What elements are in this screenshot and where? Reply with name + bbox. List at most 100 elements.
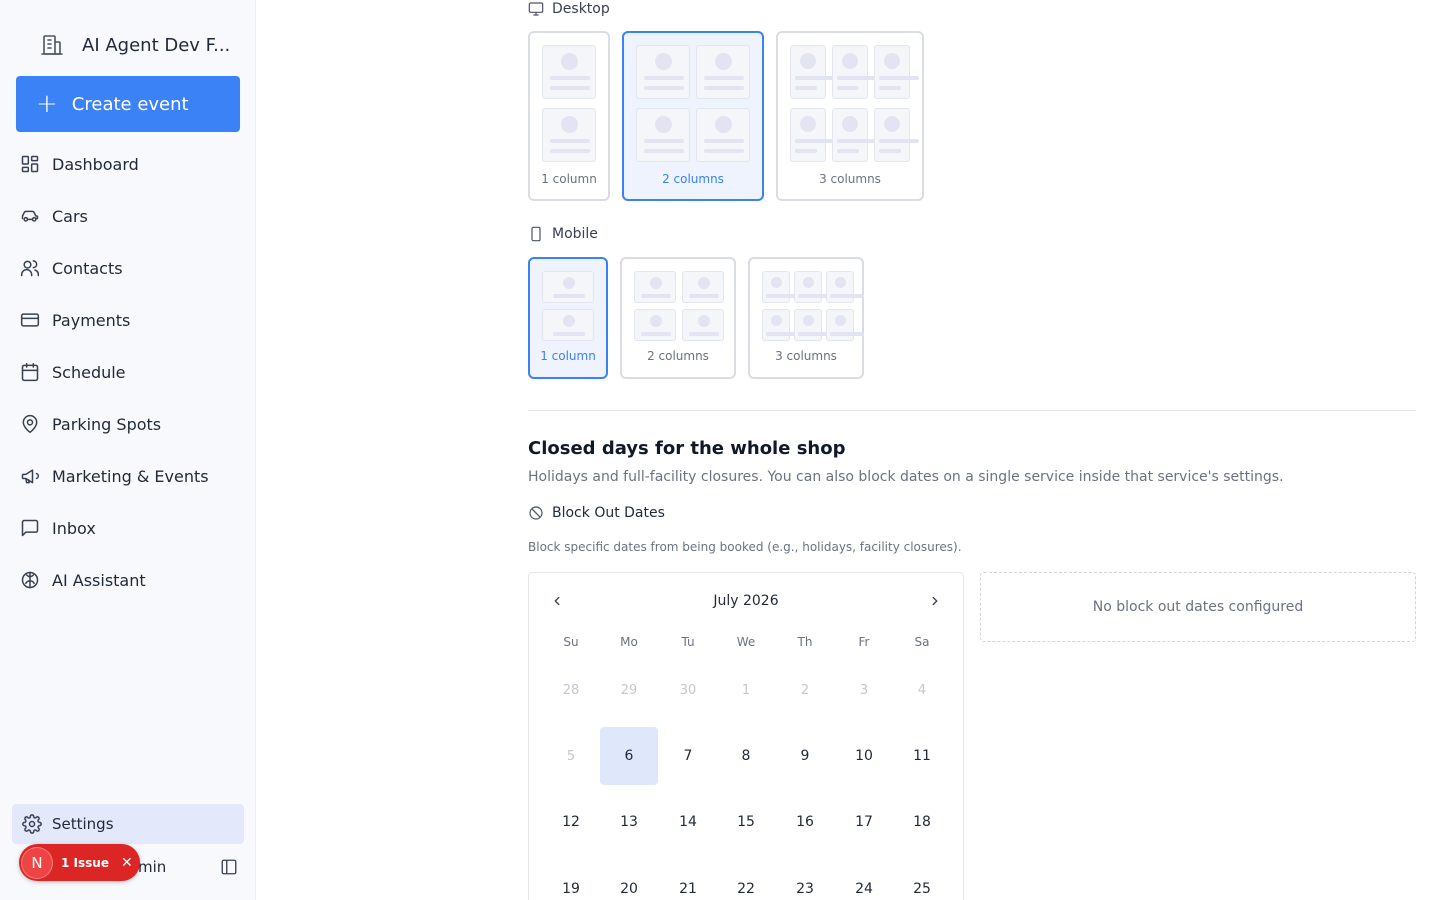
calendar-day[interactable]: 7 (659, 727, 717, 785)
sidebar-item-ai-assistant[interactable]: AI Assistant (0, 554, 256, 606)
map-pin-icon (22, 414, 38, 434)
users-icon (20, 260, 40, 277)
calendar-day: 30 (679, 682, 697, 698)
calendar-day[interactable]: 6 (600, 727, 658, 785)
section-divider (528, 410, 1416, 411)
user-name: min (138, 858, 167, 876)
org-name: AI Agent Dev F... (82, 34, 231, 56)
calendar-day[interactable]: 20 (600, 860, 658, 900)
sidebar-item-cars[interactable]: Cars (0, 190, 256, 242)
calendar-day[interactable]: 19 (542, 860, 600, 900)
credit-card-icon (20, 313, 40, 327)
layout-option-label: 1 column (541, 172, 597, 186)
calendar-day[interactable]: 25 (893, 860, 951, 900)
calendar-day[interactable]: 11 (893, 727, 951, 785)
weekday-header: Su (563, 635, 579, 649)
sidebar-item-marketing-events[interactable]: Marketing & Events (0, 450, 256, 502)
building-icon (41, 35, 63, 55)
weekday-header: We (736, 635, 756, 649)
sidebar-collapse-icon[interactable] (220, 858, 238, 876)
calendar-day[interactable]: 10 (835, 727, 893, 785)
sidebar-nav: Dashboard Cars Contacts Payments Schedul… (0, 138, 256, 606)
sidebar-item-label: Payments (52, 310, 131, 330)
calendar-day[interactable]: 12 (542, 793, 600, 851)
weekday-header: Mo (620, 635, 638, 649)
calendar-day[interactable]: 17 (835, 793, 893, 851)
sidebar-item-dashboard[interactable]: Dashboard (0, 138, 256, 190)
chevron-right-icon[interactable] (925, 591, 945, 611)
calendar-day: 4 (917, 682, 927, 698)
calendar-day: 1 (741, 682, 751, 698)
mobile-layout-label: Mobile (528, 226, 598, 242)
sidebar-item-parking-spots[interactable]: Parking Spots (0, 398, 256, 450)
calendar-day: 2 (800, 682, 810, 698)
layout-option-label: 3 columns (775, 349, 837, 363)
calendar-day[interactable]: 9 (776, 727, 834, 785)
calendar-day: 29 (620, 682, 638, 698)
sidebar-item-settings[interactable]: Settings (12, 804, 244, 844)
sidebar-item-schedule[interactable]: Schedule (0, 346, 256, 398)
calendar-day[interactable]: 22 (717, 860, 775, 900)
sidebar-item-label: Contacts (52, 258, 123, 278)
calendar-day[interactable]: 24 (835, 860, 893, 900)
block-out-dates-empty-state: No block out dates configured (980, 572, 1416, 642)
desktop-layout-label: Desktop (528, 1, 610, 17)
calendar-day[interactable]: 16 (776, 793, 834, 851)
desktop-layout-1-column[interactable]: 1 column (528, 31, 610, 201)
ban-icon (529, 506, 543, 520)
calendar-day[interactable]: 15 (717, 793, 775, 851)
sidebar-item-payments[interactable]: Payments (0, 294, 256, 346)
dashboard-icon (21, 155, 39, 173)
sidebar-item-contacts[interactable]: Contacts (0, 242, 256, 294)
closed-days-title: Closed days for the whole shop (528, 438, 846, 459)
weekday-header: Fr (858, 635, 870, 649)
calendar-day: 28 (562, 682, 580, 698)
message-square-icon (21, 519, 39, 537)
calendar-day[interactable]: 13 (600, 793, 658, 851)
close-icon[interactable]: ✕ (121, 855, 133, 871)
layout-option-label: 1 column (540, 349, 596, 363)
calendar-day[interactable]: 21 (659, 860, 717, 900)
sidebar-item-label: Cars (52, 206, 88, 226)
main-content: Desktop 1 column 2 columns 3 columns Mob… (256, 0, 1440, 900)
calendar-day: 3 (859, 682, 869, 698)
megaphone-icon (21, 469, 40, 484)
sidebar-item-label: AI Assistant (52, 570, 146, 590)
plus-icon: + (36, 89, 58, 119)
layout-option-label: 3 columns (819, 172, 881, 186)
layout-option-label: 2 columns (647, 349, 709, 363)
settings-label: Settings (52, 815, 114, 833)
block-out-calendar: July 2026 Su Mo Tu We Th Fr Sa 28 29 30 1 2 3 4 5 6 7 8 9 1… (528, 572, 964, 900)
weekday-header: Th (797, 635, 813, 649)
create-event-button[interactable]: + Create event (16, 76, 240, 132)
sidebar-item-inbox[interactable]: Inbox (0, 502, 256, 554)
org-switcher[interactable]: AI Agent Dev F... (40, 30, 230, 60)
calendar-day[interactable]: 18 (893, 793, 951, 851)
mobile-layout-1-column[interactable]: 1 column (528, 257, 608, 379)
block-out-dates-label: Block Out Dates (528, 505, 665, 521)
calendar-day[interactable]: 23 (776, 860, 834, 900)
car-icon (21, 210, 39, 222)
create-event-label: Create event (71, 93, 189, 115)
calendar-day: 5 (566, 748, 576, 764)
layout-option-label: 2 columns (662, 172, 724, 186)
calendar-day[interactable]: 8 (717, 727, 775, 785)
desktop-layout-3-columns[interactable]: 3 columns (776, 31, 924, 201)
gear-icon (22, 814, 42, 834)
sidebar-item-label: Schedule (52, 362, 126, 382)
block-out-dates-description: Block specific dates from being booked (… (528, 540, 962, 554)
sidebar: AI Agent Dev F... + Create event Dashboa… (0, 0, 256, 900)
calendar-day[interactable]: 14 (659, 793, 717, 851)
smartphone-icon (531, 226, 541, 242)
issue-badge[interactable]: N 1 Issue ✕ (19, 844, 140, 881)
weekday-header: Tu (681, 635, 695, 649)
mobile-layout-3-columns[interactable]: 3 columns (748, 257, 864, 379)
desktop-layout-2-columns[interactable]: 2 columns (622, 31, 764, 201)
sidebar-item-label: Marketing & Events (52, 466, 209, 486)
brain-icon (21, 571, 39, 589)
mobile-layout-2-columns[interactable]: 2 columns (620, 257, 736, 379)
issue-label: 1 Issue (61, 855, 109, 870)
sidebar-item-label: Parking Spots (52, 414, 162, 434)
weekday-header: Sa (914, 635, 930, 649)
issue-avatar: N (21, 846, 53, 879)
